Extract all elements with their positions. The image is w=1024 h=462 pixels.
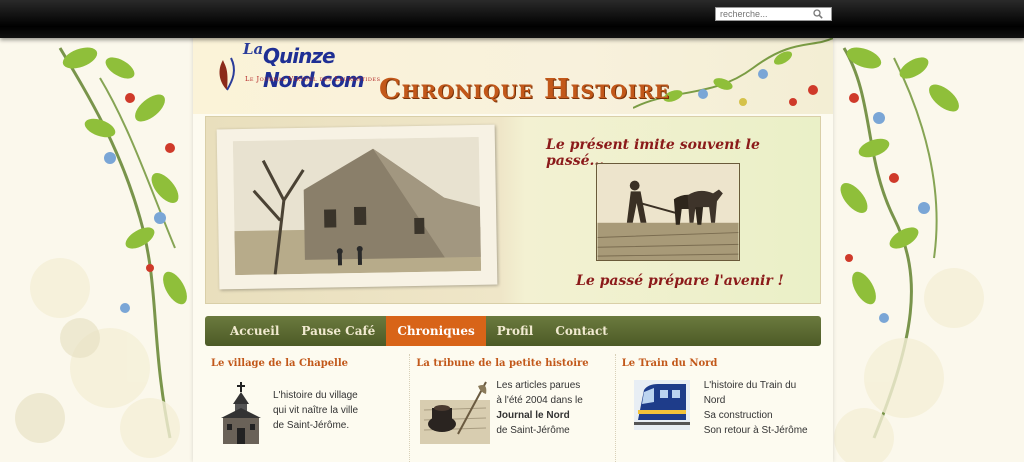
banner: Le présent imite souvent le passé... Le … — [205, 116, 821, 304]
plowing-farmer-image — [596, 163, 740, 261]
page-title: Chronique Histoire — [379, 74, 671, 105]
column-line: qui vit naître la ville — [273, 405, 359, 416]
quote-bottom: Le passé prépare l'avenir ! — [576, 273, 784, 289]
nav-item-chroniques[interactable]: Chroniques — [386, 316, 486, 346]
nav-item-pause-cafe[interactable]: Pause Café — [290, 316, 386, 346]
inkwell-quill-icon[interactable] — [420, 380, 491, 444]
column-line: L'histoire du Train du — [703, 380, 797, 391]
column-village-chapelle: Le village de la Chapelle L'histoire du … — [205, 354, 411, 462]
train-icon[interactable] — [633, 380, 690, 430]
search-icon[interactable] — [812, 8, 824, 20]
column-description: Les articles parues à l'été 2004 dans le… — [496, 378, 582, 438]
chapel-icon[interactable] — [217, 382, 265, 448]
column-title[interactable]: Le village de la Chapelle — [211, 358, 348, 369]
nav-item-profil[interactable]: Profil — [486, 316, 545, 346]
historic-photo-frame — [216, 124, 498, 290]
column-line: Nord — [703, 395, 726, 406]
column-line: L'histoire du village — [273, 390, 358, 401]
nav-item-contact[interactable]: Contact — [544, 316, 618, 346]
search-input[interactable] — [716, 8, 812, 20]
logo-tagline: Le Journal Virtuel des Laurentides — [245, 75, 381, 83]
top-bar — [0, 0, 1024, 38]
column-line[interactable]: Journal le Nord — [496, 408, 582, 423]
column-line: Sa construction — [703, 410, 773, 421]
header: La Quinze Nord.com Le Journal Virtuel de… — [193, 28, 833, 114]
column-train-du-nord: Le Train du Nord L'histoire du Train du … — [616, 354, 821, 462]
column-title[interactable]: La tribune de la petite histoire — [416, 358, 588, 369]
logo-la-text: La — [243, 40, 264, 58]
historic-house-photo — [232, 136, 482, 276]
column-line: à l'été 2004 dans le — [496, 395, 583, 406]
column-line: de Saint-Jérôme — [496, 425, 570, 436]
main-nav: Accueil Pause Café Chroniques Profil Con… — [205, 316, 821, 346]
site-logo[interactable]: La Quinze Nord.com Le Journal Virtuel de… — [215, 38, 405, 98]
logo-mark-icon — [219, 57, 235, 91]
search-box[interactable] — [715, 7, 832, 21]
column-line: Les articles parues — [496, 380, 581, 391]
column-description: L'histoire du Train du Nord Sa construct… — [704, 378, 808, 438]
chronicles-columns: Le village de la Chapelle L'histoire du … — [205, 354, 821, 462]
column-line: de Saint-Jérôme. — [273, 420, 350, 431]
column-title[interactable]: Le Train du Nord — [622, 358, 718, 369]
main-container: La Quinze Nord.com Le Journal Virtuel de… — [193, 28, 833, 462]
column-description: L'histoire du village qui vit naître la … — [273, 388, 358, 433]
floral-decoration-left — [0, 38, 190, 462]
column-tribune: La tribune de la petite histoire Les art… — [410, 354, 616, 462]
column-line: Son retour à St-Jérôme — [703, 425, 808, 436]
floral-decoration-right — [834, 38, 1024, 462]
nav-item-accueil[interactable]: Accueil — [219, 316, 290, 346]
